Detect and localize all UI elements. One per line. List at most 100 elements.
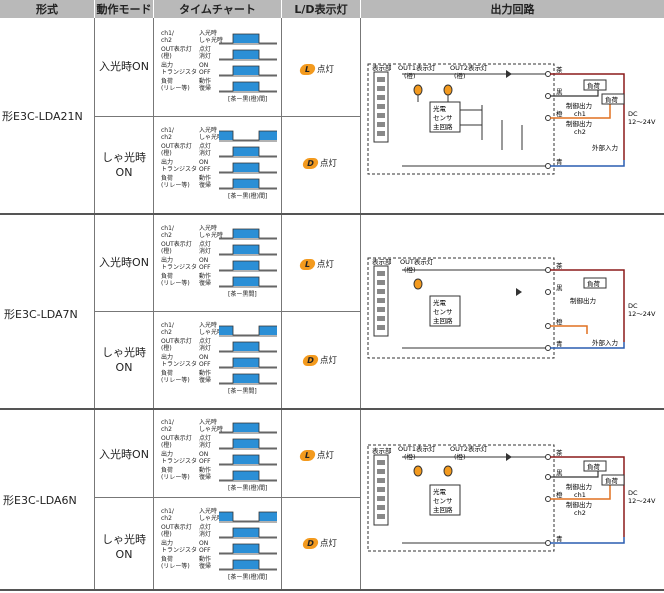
svg-text:茶: 茶 bbox=[556, 261, 563, 270]
timing-period: [茶ー黒(橙)間] bbox=[228, 574, 268, 581]
grid-line bbox=[0, 408, 664, 410]
grid-line bbox=[94, 497, 361, 498]
svg-text:橙: 橙 bbox=[556, 109, 563, 118]
ld-indicator-D: D 点灯 bbox=[301, 157, 337, 169]
sensor-boundary bbox=[367, 257, 555, 359]
svg-text:制御出力: 制御出力 bbox=[570, 296, 596, 305]
timing-period: [茶ー黒(橙)間] bbox=[228, 96, 268, 103]
svg-text:負荷: 負荷 bbox=[587, 462, 601, 471]
svg-text:12～24V: 12～24V bbox=[628, 118, 656, 126]
waveform bbox=[219, 357, 277, 369]
mode-light-on: 入光時ON bbox=[99, 60, 149, 73]
svg-text:ch1: ch1 bbox=[574, 110, 586, 118]
timing-period: [茶ー黒間] bbox=[228, 291, 257, 298]
svg-text:(橙): (橙) bbox=[454, 71, 466, 80]
d-icon: D bbox=[301, 537, 320, 549]
waveform bbox=[219, 162, 277, 174]
output-circuit-diagram: 表示部 OUT1表示灯 (橙) OUT2表示灯 (橙) 光電 センサ 主回路 茶… bbox=[367, 63, 656, 175]
waveform bbox=[219, 341, 277, 353]
svg-text:OUT表示灯: OUT表示灯 bbox=[400, 257, 434, 266]
svg-text:DC: DC bbox=[628, 302, 638, 310]
svg-text:橙: 橙 bbox=[556, 317, 563, 326]
d-icon: D bbox=[301, 354, 320, 366]
l-icon: L bbox=[298, 449, 317, 461]
d-icon: D bbox=[301, 157, 320, 169]
waveform bbox=[219, 178, 277, 190]
svg-text:青: 青 bbox=[556, 339, 563, 348]
mode-dark-on: しゃ光時 ON bbox=[102, 151, 146, 179]
model-lda21n: 形E3C-LDA21N bbox=[2, 110, 83, 123]
waveform bbox=[219, 559, 277, 571]
l-icon: L bbox=[298, 63, 317, 75]
waveform bbox=[219, 33, 277, 45]
waveform bbox=[219, 511, 277, 523]
svg-text:DC: DC bbox=[628, 489, 638, 497]
grid-line bbox=[94, 311, 361, 312]
svg-text:DC: DC bbox=[628, 110, 638, 118]
out2-led-icon bbox=[443, 84, 453, 96]
grid-line bbox=[153, 18, 154, 590]
waveform bbox=[219, 543, 277, 555]
out2-led-icon bbox=[443, 465, 453, 477]
out-led-icon bbox=[413, 278, 423, 290]
svg-text:光電: 光電 bbox=[433, 487, 447, 496]
grid-line bbox=[0, 213, 664, 215]
svg-text:橙: 橙 bbox=[556, 490, 563, 499]
ld-indicator-L: L 点灯 bbox=[298, 449, 334, 461]
svg-text:光電: 光電 bbox=[433, 104, 447, 113]
svg-text:OUT1表示灯: OUT1表示灯 bbox=[398, 63, 436, 72]
svg-text:負荷: 負荷 bbox=[605, 476, 619, 485]
svg-text:センサ: センサ bbox=[433, 308, 453, 316]
model-lda6n: 形E3C-LDA6N bbox=[3, 494, 77, 507]
svg-text:OUT1表示灯: OUT1表示灯 bbox=[398, 444, 436, 453]
svg-text:黒: 黒 bbox=[556, 469, 563, 477]
svg-text:制御出力: 制御出力 bbox=[566, 482, 592, 491]
svg-text:茶: 茶 bbox=[556, 65, 563, 74]
waveform bbox=[219, 438, 277, 450]
header-ld: L/D表示灯 bbox=[282, 0, 360, 18]
ld-indicator-D: D 点灯 bbox=[301, 354, 337, 366]
waveform bbox=[219, 260, 277, 272]
waveform bbox=[219, 276, 277, 288]
grid-line bbox=[281, 18, 282, 590]
waveform bbox=[219, 325, 277, 337]
svg-text:ch2: ch2 bbox=[574, 509, 586, 517]
svg-text:OUT2表示灯: OUT2表示灯 bbox=[450, 444, 488, 453]
waveform bbox=[219, 228, 277, 240]
svg-text:黒: 黒 bbox=[556, 88, 563, 96]
ld-indicator-L: L 点灯 bbox=[298, 258, 334, 270]
waveform bbox=[219, 470, 277, 482]
svg-text:黒: 黒 bbox=[556, 284, 563, 292]
svg-text:主回路: 主回路 bbox=[433, 505, 453, 514]
grid-line bbox=[0, 589, 664, 591]
display-label: 表示部 bbox=[372, 63, 392, 72]
diode-icon bbox=[506, 70, 512, 78]
svg-text:光電: 光電 bbox=[433, 298, 447, 307]
svg-text:制御出力: 制御出力 bbox=[566, 119, 592, 128]
waveform bbox=[219, 373, 277, 385]
waveform bbox=[219, 49, 277, 61]
mode-dark-on: しゃ光時 ON bbox=[102, 533, 146, 561]
svg-text:OUT2表示灯: OUT2表示灯 bbox=[450, 63, 488, 72]
waveform bbox=[219, 130, 277, 142]
model-lda7n: 形E3C-LDA7N bbox=[4, 308, 78, 321]
waveform bbox=[219, 65, 277, 77]
waveform bbox=[219, 244, 277, 256]
timing-period: [茶ー黒間] bbox=[228, 388, 257, 395]
svg-text:負荷: 負荷 bbox=[605, 95, 619, 104]
waveform bbox=[219, 146, 277, 158]
svg-text:負荷: 負荷 bbox=[587, 279, 601, 288]
grid-line bbox=[360, 18, 361, 590]
svg-text:負荷: 負荷 bbox=[587, 81, 601, 90]
svg-text:青: 青 bbox=[556, 534, 563, 543]
svg-text:(橙): (橙) bbox=[404, 71, 416, 80]
svg-text:センサ: センサ bbox=[433, 114, 453, 122]
spec-table: 形式 動作モード タイムチャート L/D表示灯 出力回路 形E3C-LDA21N… bbox=[0, 0, 664, 593]
svg-text:ch1: ch1 bbox=[574, 491, 586, 499]
svg-text:外部入力: 外部入力 bbox=[592, 143, 618, 152]
waveform bbox=[219, 454, 277, 466]
svg-text:12～24V: 12～24V bbox=[628, 310, 656, 318]
svg-text:主回路: 主回路 bbox=[433, 316, 453, 325]
header-circuit: 出力回路 bbox=[361, 0, 664, 18]
diode-icon bbox=[506, 453, 512, 461]
